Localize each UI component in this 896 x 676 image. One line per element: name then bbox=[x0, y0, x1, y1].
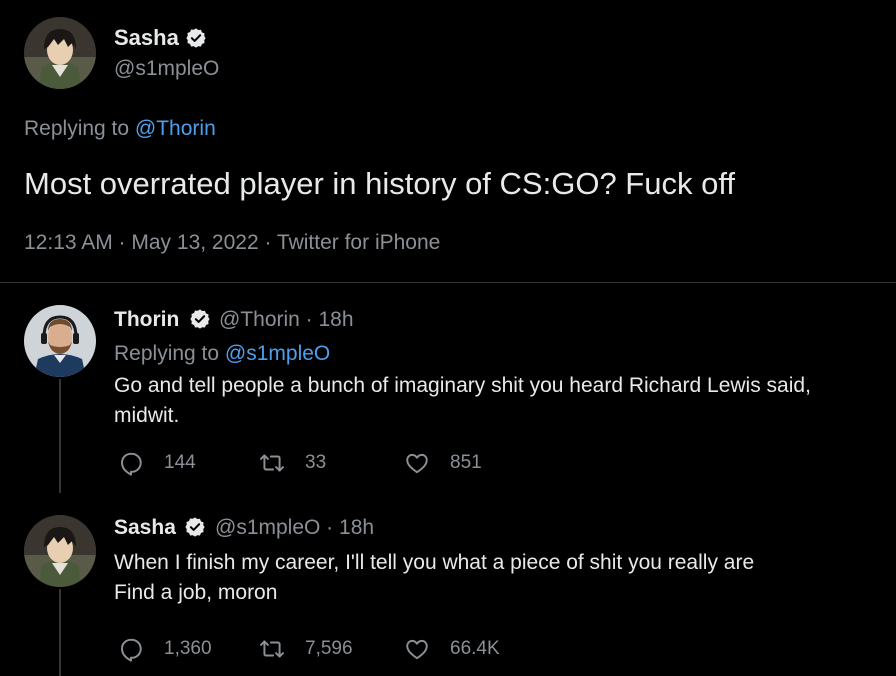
heart-icon bbox=[406, 453, 428, 474]
author-display-name[interactable]: Thorin bbox=[114, 308, 179, 332]
retweet-button[interactable]: 33 bbox=[259, 448, 326, 478]
reply-bubble-icon bbox=[121, 452, 142, 476]
replying-to-mention-link[interactable]: @s1mpleO bbox=[225, 342, 330, 365]
like-button[interactable]: 66.4K bbox=[404, 634, 500, 664]
replying-prefix: Replying to bbox=[114, 342, 225, 365]
retweet-count: 7,596 bbox=[305, 638, 353, 659]
replying-to-line: Replying to @Thorin bbox=[24, 117, 216, 141]
author-display-name[interactable]: Sasha bbox=[114, 25, 179, 51]
avatar[interactable] bbox=[24, 17, 96, 89]
tweet-text-line: When I finish my career, I'll tell you w… bbox=[114, 551, 755, 574]
tweet-timestamp-source[interactable]: 12:13 AM · May 13, 2022 · Twitter for iP… bbox=[24, 231, 440, 255]
reply-tweet[interactable]: Sasha @s1mpleO · 18h When I finish my ca… bbox=[0, 493, 896, 676]
avatar[interactable] bbox=[24, 515, 96, 587]
author-handle-timestamp[interactable]: @s1mpleO · 18h bbox=[215, 516, 374, 540]
verified-badge-icon bbox=[190, 309, 210, 329]
author-handle-timestamp[interactable]: @Thorin · 18h bbox=[219, 308, 354, 332]
author-handle[interactable]: @s1mpleO bbox=[114, 57, 219, 81]
retweet-icon bbox=[259, 454, 285, 472]
tweet-text: Go and tell people a bunch of imaginary … bbox=[114, 371, 811, 431]
avatar-anime-character-icon bbox=[24, 515, 96, 587]
reply-count: 144 bbox=[164, 452, 196, 473]
like-button[interactable]: 851 bbox=[404, 448, 482, 478]
tweet-text-line: midwit. bbox=[114, 404, 180, 427]
thread-connector-line bbox=[59, 379, 61, 493]
tweet-text-line: Go and tell people a bunch of imaginary … bbox=[114, 374, 811, 397]
retweet-button[interactable]: 7,596 bbox=[259, 634, 353, 664]
reply-count: 1,360 bbox=[164, 638, 212, 659]
like-count: 851 bbox=[450, 452, 482, 473]
verified-badge-icon bbox=[185, 517, 205, 537]
reply-button[interactable]: 1,360 bbox=[118, 634, 212, 664]
replying-to-mention-link[interactable]: @Thorin bbox=[135, 117, 216, 140]
replying-to-line: Replying to @s1mpleO bbox=[114, 342, 330, 366]
thread-connector-line bbox=[59, 589, 61, 676]
verified-badge-icon bbox=[186, 28, 206, 48]
avatar-anime-character-icon bbox=[24, 17, 96, 89]
tweet-text: When I finish my career, I'll tell you w… bbox=[114, 548, 754, 608]
reply-bubble-icon bbox=[121, 638, 142, 662]
tweet-text: Most overrated player in history of CS:G… bbox=[24, 166, 735, 201]
author-display-name[interactable]: Sasha bbox=[114, 516, 176, 540]
reply-button[interactable]: 144 bbox=[118, 448, 196, 478]
main-tweet: Sasha @s1mpleO Replying to @Thorin Most … bbox=[0, 0, 896, 282]
avatar-headset-man-icon bbox=[24, 305, 96, 377]
reply-tweet[interactable]: Thorin @Thorin · 18h Replying to @s1mple… bbox=[0, 283, 896, 493]
retweet-count: 33 bbox=[305, 452, 327, 473]
tweet-text-line: Find a job, moron bbox=[114, 581, 278, 604]
like-count: 66.4K bbox=[450, 638, 500, 659]
heart-icon bbox=[406, 639, 428, 660]
avatar[interactable] bbox=[24, 305, 96, 377]
retweet-icon bbox=[259, 640, 285, 658]
replying-prefix: Replying to bbox=[24, 117, 135, 140]
